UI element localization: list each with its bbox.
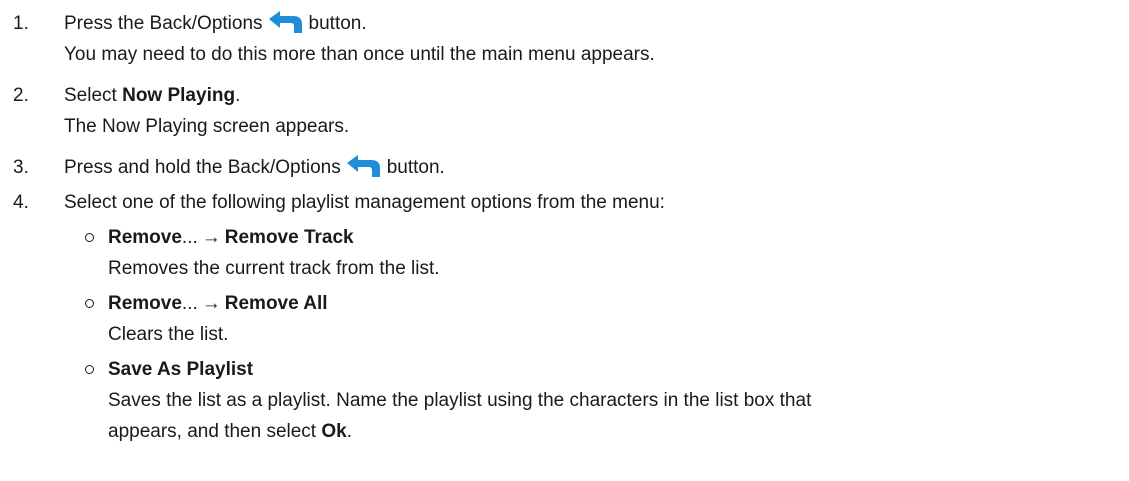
- step-text: Press and hold the Back/Options button.: [64, 152, 1119, 183]
- step-2: 2. Select Now Playing. The Now Playing s…: [13, 80, 1119, 142]
- option-description: Removes the current track from the list.: [108, 258, 440, 279]
- now-playing-label: Now Playing: [122, 85, 236, 106]
- back-arrow-icon: [346, 155, 381, 177]
- option-ellipsis: ...: [181, 227, 198, 248]
- option-title: Remove... → Remove Track: [108, 222, 1119, 253]
- ok-label: Ok: [321, 421, 347, 442]
- right-arrow-icon: →: [201, 293, 221, 314]
- option-desc-before: appears, and then select: [108, 421, 317, 442]
- circle-bullet-icon: [85, 233, 94, 242]
- option-title: Remove... → Remove All: [108, 288, 1119, 319]
- option-desc-after: .: [346, 421, 353, 442]
- option-remove-all: Remove... → Remove All Clears the list.: [13, 288, 1119, 350]
- option-save-as-playlist: Save As Playlist Saves the list as a pla…: [13, 354, 1119, 447]
- option-title: Save As Playlist: [108, 354, 1119, 385]
- step-text-before: Press the Back/Options: [64, 13, 263, 34]
- option-description-cont: appears, and then select Ok.: [108, 416, 1119, 447]
- step-number: 3.: [13, 157, 29, 178]
- step-text: Select Now Playing.: [64, 80, 1119, 111]
- option-remove-track-label: Remove Track: [224, 227, 354, 248]
- step-number: 4.: [13, 192, 29, 213]
- step-text-before: Press and hold the Back/Options: [64, 157, 341, 178]
- step-text: Select one of the following playlist man…: [64, 192, 665, 213]
- step-4: 4. Select one of the following playlist …: [13, 187, 1119, 218]
- step-text: Press the Back/Options button.: [64, 8, 1119, 39]
- option-description: Saves the list as a playlist. Name the p…: [108, 390, 812, 411]
- option-ellipsis: ...: [181, 293, 198, 314]
- option-remove-label: Remove: [108, 227, 182, 248]
- option-remove-all-label: Remove All: [224, 293, 328, 314]
- step-number: 2.: [13, 85, 29, 106]
- circle-bullet-icon: [85, 365, 94, 374]
- step-text-after: .: [235, 85, 241, 106]
- option-remove-track: Remove... → Remove Track Removes the curre…: [13, 222, 1119, 284]
- step-number: 1.: [13, 13, 29, 34]
- step-note: You may need to do this more than once u…: [64, 44, 655, 65]
- back-arrow-icon: [268, 11, 303, 33]
- step-note: The Now Playing screen appears.: [64, 116, 350, 137]
- step-text-after: button.: [308, 13, 367, 34]
- option-save-as-playlist-label: Save As Playlist: [108, 359, 254, 380]
- step-3: 3. Press and hold the Back/Options button…: [13, 152, 1119, 183]
- right-arrow-icon: →: [201, 227, 221, 248]
- step-text-before: Select: [64, 85, 117, 106]
- step-text-after: button.: [386, 157, 445, 178]
- option-remove-label: Remove: [108, 293, 182, 314]
- circle-bullet-icon: [85, 299, 94, 308]
- option-description: Clears the list.: [108, 324, 229, 345]
- step-1: 1. Press the Back/Options button. You may…: [13, 8, 1119, 70]
- instructions-document: 1. Press the Back/Options button. You may…: [13, 8, 1119, 447]
